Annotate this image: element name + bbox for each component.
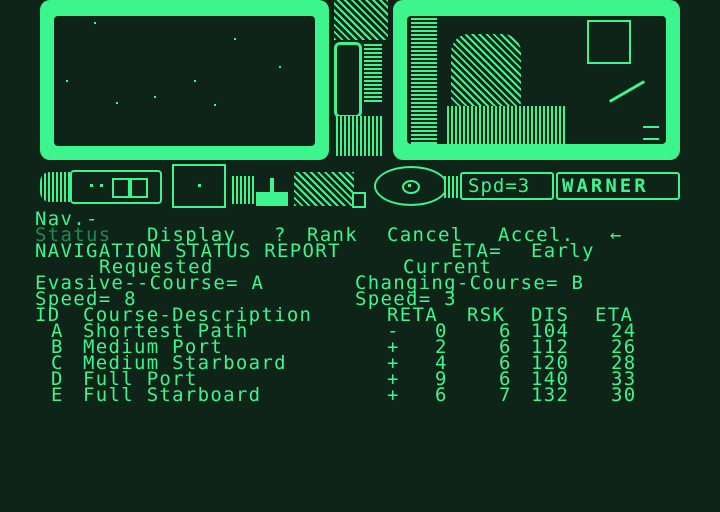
space-viewscreen [40, 0, 329, 160]
scanner-blip [198, 184, 201, 187]
hud-gauge-2 [232, 176, 254, 204]
speed-display: Spd=3 [460, 172, 554, 200]
hud-gauge-1 [70, 170, 162, 204]
crew-viewscreen [393, 0, 680, 160]
star [116, 102, 118, 104]
machinery-base [336, 116, 384, 156]
compass-center [402, 180, 420, 194]
console-panel [587, 20, 631, 64]
control-console [447, 106, 567, 144]
star [234, 38, 236, 40]
crew-member [451, 34, 521, 106]
compass-dot [408, 184, 411, 187]
ship-machinery [330, 0, 392, 160]
star [154, 96, 156, 98]
hud-strip-mid [294, 172, 354, 206]
hud-compass [374, 166, 448, 206]
hud-connector [444, 176, 460, 198]
machinery-tank-right [364, 42, 382, 102]
row-reta-value: 6 [435, 384, 448, 406]
hud-power-bar-tip [270, 178, 274, 192]
console-lever [608, 80, 646, 103]
warner-badge: WARNER [556, 172, 680, 200]
row-dis: 132 [531, 384, 570, 406]
hud-small-box [352, 192, 366, 208]
star [66, 80, 68, 82]
star [194, 80, 196, 82]
hud-scanner [172, 164, 226, 208]
star [94, 22, 96, 24]
gauge-box [112, 178, 130, 198]
warner-label: WARNER [562, 175, 649, 197]
row-desc: Full Starboard [83, 384, 262, 406]
cabin-wall [411, 16, 437, 144]
hud-power-bar [256, 192, 288, 206]
starfield [54, 16, 315, 146]
crew-cabin-view [407, 16, 666, 144]
gauge-box [130, 178, 148, 198]
console-indicator [643, 126, 659, 140]
hud-strip-left-cap [40, 172, 70, 202]
machinery-pipes [334, 0, 388, 40]
eta-value: Early [531, 240, 595, 262]
back-arrow-icon[interactable]: ← [610, 226, 623, 245]
row-id: E [51, 384, 64, 406]
row-eta: 30 [611, 384, 637, 406]
gauge-dot [100, 184, 103, 187]
star [214, 104, 216, 106]
gauge-dot [90, 184, 93, 187]
row-reta-sign: + [387, 384, 400, 406]
machinery-tank [334, 42, 362, 118]
row-rsk: 7 [499, 384, 512, 406]
speed-readout: Spd=3 [468, 175, 531, 197]
star [279, 66, 281, 68]
